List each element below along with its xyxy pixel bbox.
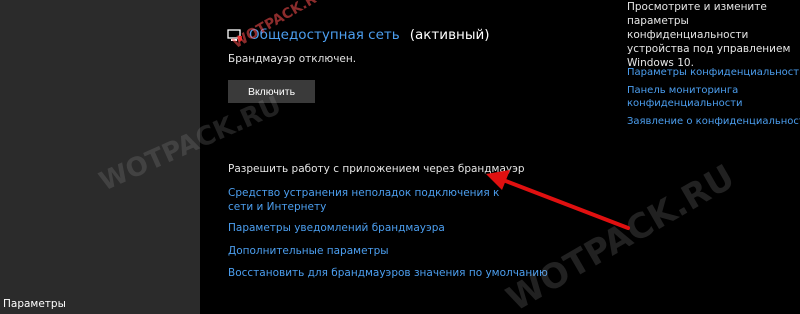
network-profile-status: (активный)	[409, 27, 490, 43]
privacy-panel: Просмотрите и измените параметры конфиде…	[627, 0, 800, 127]
enable-button[interactable]: Включить	[228, 80, 315, 103]
notification-settings-link[interactable]: Параметры уведомлений брандмауэра	[228, 221, 445, 235]
allow-app-link[interactable]: Разрешить работу с приложением через бра…	[228, 163, 525, 175]
privacy-description: Просмотрите и измените параметры конфиде…	[627, 1, 791, 69]
network-profile-link[interactable]: Общедоступная сеть	[249, 27, 400, 43]
privacy-settings-link[interactable]: Параметры конфиденциальности	[627, 66, 800, 79]
network-profile-row: Общедоступная сеть (активный)	[227, 27, 490, 43]
advanced-settings-link[interactable]: Дополнительные параметры	[228, 244, 389, 258]
left-panel: Параметры	[0, 0, 200, 314]
privacy-statement-link[interactable]: Заявление о конфиденциальности	[627, 115, 800, 128]
firewall-settings-window: Параметры Общедоступная сеть (активный) …	[0, 0, 800, 314]
privacy-dashboard-link[interactable]: Панель мониторинга конфиденциальности	[627, 84, 797, 110]
left-panel-title: Параметры	[3, 298, 66, 310]
restore-defaults-link[interactable]: Восстановить для брандмауэров значения п…	[228, 266, 548, 280]
network-shield-icon	[227, 28, 243, 42]
firewall-status-text: Брандмауэр отключен.	[228, 53, 357, 65]
troubleshoot-link[interactable]: Средство устранения неполадок подключени…	[228, 186, 518, 214]
